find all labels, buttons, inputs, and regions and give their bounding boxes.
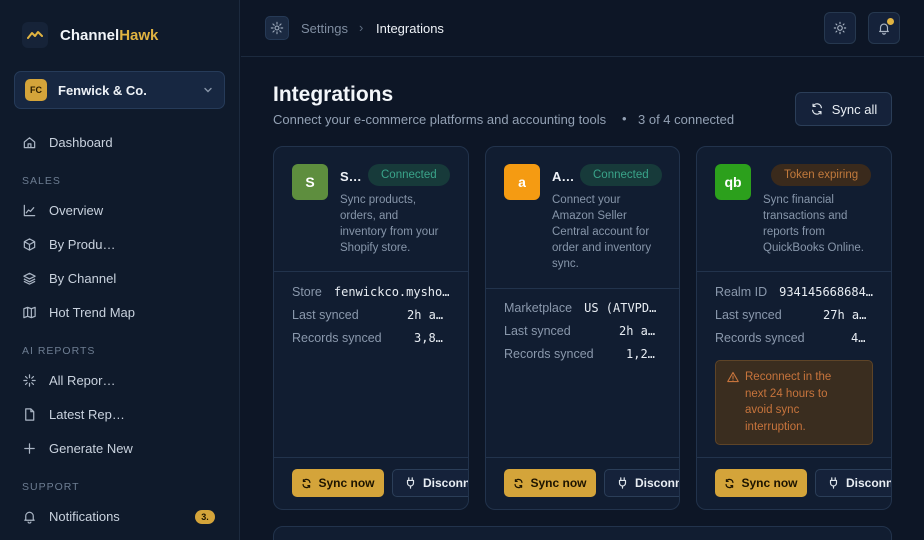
hawk-logo-icon [22, 22, 48, 48]
field-records-synced: Records synced 4… [715, 331, 866, 345]
shopify-logo-icon: S [292, 164, 328, 200]
sidebar-item-overview[interactable]: Overview [22, 199, 103, 221]
integration-description: Connect your Amazon Seller Central account… [552, 194, 652, 270]
field-last-synced: Last synced 2h a… [292, 308, 444, 322]
org-avatar: FC [25, 79, 47, 101]
sidebar-item-by-channel[interactable]: By Channel [22, 267, 116, 289]
integration-card-amazon: a A… Connected Connect your Amazon Seller… [485, 146, 680, 510]
integration-description: Sync financial transactions and reports fr… [763, 194, 864, 254]
box-icon [23, 237, 36, 251]
token-expiring-alert: Reconnect in the next 24 hours to avoid sy… [715, 360, 873, 445]
integration-card-quickbooks: qb Token expiring Sync financial transact… [696, 146, 892, 510]
field-store: Store fenwickco.mysho… [292, 285, 450, 299]
breadcrumb-separator: › [359, 20, 364, 35]
sidebar-item-latest-reports[interactable]: Latest Rep… [22, 403, 125, 425]
plug-icon [618, 477, 627, 489]
home-icon [23, 136, 36, 148]
plug-icon [829, 477, 838, 489]
topbar: Settings › Integrations [241, 0, 924, 57]
sidebar-item-label: Overview [49, 202, 104, 218]
sidebar-item-label: Dashboard [49, 134, 113, 150]
nav-section-support: SUPPORT [22, 481, 80, 493]
disconnect-button[interactable]: Disconne [392, 469, 468, 497]
settings-gear-icon[interactable] [265, 16, 289, 40]
notifications-button[interactable] [868, 12, 900, 44]
integration-card-partial [273, 526, 892, 540]
breadcrumb-settings[interactable]: Settings [301, 21, 348, 36]
sidebar-item-label: Latest Rep… [49, 406, 125, 422]
field-records-synced: Records synced 3,8… [292, 331, 443, 345]
brand-name: ChannelHawk [60, 26, 159, 44]
sidebar-item-label: Notifications [49, 508, 120, 524]
integration-card-shopify: S S… Connected Sync products, orders, and… [273, 146, 469, 510]
integration-description: Sync products, orders, and inventory from … [340, 194, 439, 254]
sync-all-button[interactable]: Sync all [795, 92, 892, 126]
subtitle-separator: • [622, 111, 627, 126]
amazon-logo-icon: a [504, 164, 540, 200]
sidebar-item-label: Hot Trend Map [49, 304, 135, 320]
nav-section-ai-reports: AI REPORTS [22, 345, 96, 357]
page-title: Integrations [273, 83, 394, 106]
field-records-synced: Records synced 1,2… [504, 347, 655, 361]
status-badge: Connected [368, 164, 450, 186]
file-icon [25, 407, 35, 421]
plug-icon [406, 477, 415, 489]
divider [274, 271, 468, 272]
status-badge: Token expiring [771, 164, 872, 186]
layers-icon [23, 272, 36, 285]
refresh-icon [302, 478, 312, 488]
divider [697, 271, 891, 272]
sparkle-icon [23, 373, 36, 387]
sidebar-item-hot-trend-map[interactable]: Hot Trend Map [22, 301, 135, 323]
org-name: Fenwick & Co. [58, 82, 147, 98]
field-last-synced: Last synced 2h a… [504, 324, 656, 338]
sidebar: ChannelHawk FC Fenwick & Co. Dashboard S… [0, 0, 240, 540]
page-subtitle: Connect your e-commerce platforms and ac… [273, 112, 607, 127]
map-icon [23, 306, 36, 318]
sidebar-item-label: All Repor… [49, 372, 116, 388]
field-last-synced: Last synced 27h a… [715, 308, 867, 322]
sync-now-button[interactable]: Sync now [715, 469, 807, 497]
theme-toggle-button[interactable] [824, 12, 856, 44]
disconnect-button[interactable]: Disconne [815, 469, 891, 497]
bell-icon [24, 511, 35, 524]
warning-icon [727, 371, 739, 383]
org-switcher[interactable]: FC Fenwick & Co. [14, 71, 225, 109]
quickbooks-logo-icon: qb [715, 164, 751, 200]
divider [274, 457, 468, 458]
sync-now-button[interactable]: Sync now [504, 469, 596, 497]
sidebar-item-label: By Produ… [49, 236, 116, 252]
refresh-icon [514, 478, 524, 488]
field-realm-id: Realm ID 934145668684… [715, 285, 874, 299]
status-badge: Connected [580, 164, 662, 186]
breadcrumb-current: Integrations [376, 21, 444, 36]
sidebar-item-generate-new[interactable]: Generate New [22, 437, 133, 459]
divider [486, 457, 679, 458]
sidebar-item-notifications[interactable]: Notifications [22, 505, 120, 527]
refresh-icon [811, 103, 822, 115]
integration-name: S… [340, 169, 362, 184]
sync-now-button[interactable]: Sync now [292, 469, 384, 497]
field-marketplace: Marketplace US (ATVPD… [504, 301, 657, 315]
disconnect-button[interactable]: Disconne [604, 469, 679, 497]
sidebar-item-by-product[interactable]: By Produ… [22, 233, 115, 255]
refresh-icon [725, 478, 735, 488]
notification-dot [887, 18, 894, 25]
line-chart-icon [23, 204, 36, 216]
plus-icon [24, 442, 35, 454]
brand[interactable]: ChannelHawk [22, 22, 158, 48]
sidebar-item-all-reports[interactable]: All Repor… [22, 369, 115, 391]
sidebar-item-label: By Channel [49, 270, 117, 286]
nav-section-sales: SALES [22, 175, 61, 187]
sidebar-item-label: Generate New [49, 440, 133, 456]
divider [486, 288, 679, 289]
sun-icon [833, 21, 847, 35]
sidebar-item-dashboard[interactable]: Dashboard [22, 131, 113, 153]
divider [697, 457, 891, 458]
integration-name: A… [552, 169, 575, 184]
chevron-down-icon [204, 87, 212, 93]
connected-count: 3 of 4 connected [638, 112, 735, 127]
notification-count-badge: 3. [195, 510, 215, 524]
